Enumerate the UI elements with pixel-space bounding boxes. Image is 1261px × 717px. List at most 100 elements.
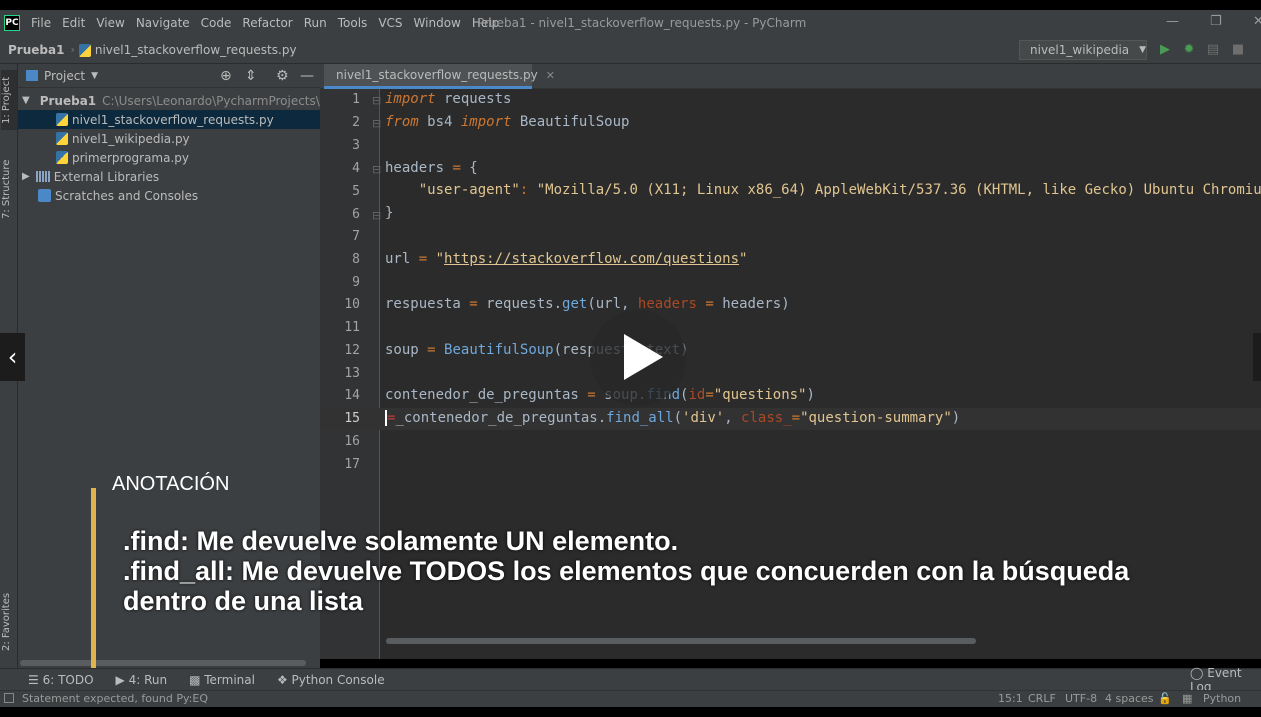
menu-file[interactable]: File <box>31 16 51 30</box>
todo-tool-button[interactable]: ☰ 6: TODO <box>28 673 94 687</box>
gear-icon[interactable]: ⚙ <box>276 68 289 84</box>
terminal-tool-button[interactable]: ▩ Terminal <box>189 673 255 687</box>
close-icon[interactable]: ✕ <box>1253 14 1261 29</box>
menu-window[interactable]: Window <box>414 16 461 30</box>
editor-tab-label: nivel1_stackoverflow_requests.py <box>336 68 538 82</box>
toggle-tool-windows-icon[interactable] <box>4 693 14 703</box>
python-file-icon <box>56 113 68 126</box>
tree-item-path: C:\Users\Leonardo\PycharmProjects\Prueb <box>102 93 320 108</box>
code-line-current: =_contenedor_de_preguntas.find_all('div'… <box>385 410 961 426</box>
python-file-icon <box>56 132 68 145</box>
menu-view[interactable]: View <box>96 16 124 30</box>
line-number: 11 <box>344 320 360 335</box>
menu-edit[interactable]: Edit <box>62 16 85 30</box>
project-tool-tab[interactable]: 1: Project <box>1 70 17 130</box>
window-title: Prueba1 - nivel1_stackoverflow_requests.… <box>477 16 807 30</box>
locate-file-icon[interactable]: ⊕ <box>220 68 232 84</box>
structure-tool-tab[interactable]: 7: Structure <box>1 154 17 224</box>
menu-refactor[interactable]: Refactor <box>242 16 292 30</box>
tree-item-label: External Libraries <box>53 169 160 184</box>
breadcrumb-file[interactable]: nivel1_stackoverflow_requests.py <box>78 43 297 57</box>
annotation-line-find: .find: Me devuelve solamente UN elemento… <box>123 526 679 556</box>
fold-marker-icon[interactable]: ⊟ <box>372 209 381 222</box>
breadcrumb-project[interactable]: Prueba1 <box>8 43 64 57</box>
line-number: 5 <box>352 184 360 199</box>
line-number: 10 <box>344 297 360 312</box>
code-line: import requests <box>385 91 512 107</box>
close-tab-icon[interactable]: ✕ <box>546 69 555 82</box>
run-config-dropdown[interactable]: nivel1_wikipedia ▼ <box>1019 40 1147 60</box>
line-separator[interactable]: CRLF <box>1028 692 1056 705</box>
play-icon <box>624 334 663 380</box>
menu-code[interactable]: Code <box>201 16 232 30</box>
minimize-icon[interactable]: — <box>1166 14 1179 29</box>
line-number: 14 <box>344 388 360 403</box>
restore-icon[interactable]: ❐ <box>1210 14 1222 29</box>
python-console-tool-button[interactable]: ❖ Python Console <box>277 673 385 687</box>
project-view-icon <box>26 70 38 81</box>
annotation-title: ANOTACIÓN <box>112 473 230 495</box>
status-message: Statement expected, found Py:EQ <box>22 692 209 705</box>
video-top-letterbox <box>0 0 1261 10</box>
fold-marker-icon[interactable]: ⊟ <box>372 117 381 130</box>
coverage-icon[interactable]: ▤ <box>1205 42 1221 58</box>
line-number: 12 <box>344 343 360 358</box>
line-number: 2 <box>352 115 360 130</box>
run-label: 4: Run <box>128 672 168 687</box>
tree-item-label: Prueba1 <box>39 93 97 108</box>
fold-marker-icon[interactable]: ⊟ <box>372 94 381 107</box>
pycharm-logo-icon: PC <box>4 15 20 31</box>
annotation-line-find-all: .find_all: Me devuelve TODOS los element… <box>123 556 1130 586</box>
chevron-down-icon[interactable]: ▼ <box>22 95 30 106</box>
tree-item-primerprograma-file[interactable]: primerprograma.py <box>18 148 320 167</box>
code-line: } <box>385 205 394 221</box>
indent-setting[interactable]: 4 spaces <box>1105 692 1154 705</box>
tree-item-scratches[interactable]: Scratches and Consoles <box>18 186 320 205</box>
code-line: url = "https://stackoverflow.com/questio… <box>385 251 748 267</box>
code-line: from bs4 import BeautifulSoup <box>385 114 630 130</box>
editor-tab-stackoverflow[interactable]: nivel1_stackoverflow_requests.py ✕ <box>324 64 555 89</box>
project-panel-scrollbar[interactable] <box>20 660 306 666</box>
chevron-down-icon[interactable]: ▼ <box>91 71 98 81</box>
line-number: 9 <box>352 275 360 290</box>
hide-panel-icon[interactable]: — <box>300 68 314 84</box>
chevron-down-icon: ▼ <box>1139 45 1147 55</box>
line-number-current: 15 <box>344 411 360 426</box>
chevron-right-icon[interactable]: ▶ <box>22 171 30 182</box>
tree-item-stackoverflow-file[interactable]: nivel1_stackoverflow_requests.py <box>18 110 320 129</box>
project-view-selector[interactable]: Project <box>44 69 85 83</box>
tree-item-label: primerprograma.py <box>72 150 189 165</box>
tool-windows-bar: ☰ 6: TODO ▶ 4: Run ▩ Terminal ❖ Python C… <box>0 666 1261 694</box>
run-tool-button[interactable]: ▶ 4: Run <box>116 673 168 687</box>
tree-item-label: Scratches and Consoles <box>55 188 199 203</box>
python-file-icon <box>56 151 68 164</box>
tree-item-external-libraries[interactable]: ▶ External Libraries <box>18 167 320 186</box>
stop-icon[interactable]: ■ <box>1230 42 1246 58</box>
file-encoding[interactable]: UTF-8 <box>1065 692 1097 705</box>
line-number: 17 <box>344 457 360 472</box>
caret-position[interactable]: 15:1 <box>998 692 1023 705</box>
lock-icon[interactable]: 🔓 <box>1158 692 1172 705</box>
next-lecture-chevron-right-icon[interactable] <box>1253 333 1261 381</box>
run-icon[interactable]: ▶ <box>1157 42 1173 58</box>
debug-icon[interactable]: ✹ <box>1181 42 1197 58</box>
menu-tools[interactable]: Tools <box>338 16 368 30</box>
memory-indicator-icon[interactable]: ▦ <box>1182 692 1192 705</box>
line-number: 4 <box>352 161 360 176</box>
menu-run[interactable]: Run <box>304 16 327 30</box>
favorites-tool-tab[interactable]: 2: Favorites <box>1 584 17 660</box>
line-number: 6 <box>352 207 360 222</box>
line-number: 3 <box>352 138 360 153</box>
python-console-label: Python Console <box>291 672 385 687</box>
collapse-all-icon[interactable]: ⇕ <box>245 68 257 84</box>
menu-vcs[interactable]: VCS <box>378 16 402 30</box>
editor-horizontal-scrollbar[interactable] <box>386 638 976 644</box>
python-file-icon <box>78 43 91 57</box>
annotation-accent-bar <box>91 488 96 668</box>
video-bottom-letterbox <box>0 707 1261 717</box>
previous-lecture-chevron-left-icon[interactable]: ‹ <box>0 333 25 381</box>
menu-navigate[interactable]: Navigate <box>136 16 190 30</box>
tree-item-wikipedia-file[interactable]: nivel1_wikipedia.py <box>18 129 320 148</box>
tree-item-project-root[interactable]: ▼ Prueba1 C:\Users\Leonardo\PycharmProje… <box>18 91 320 110</box>
fold-marker-icon[interactable]: ⊟ <box>372 163 381 176</box>
